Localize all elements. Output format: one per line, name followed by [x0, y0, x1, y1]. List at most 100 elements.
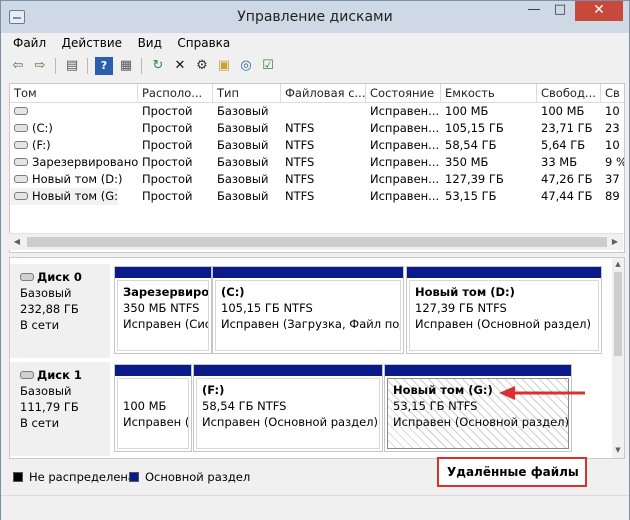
- volume-name: Зарезервировано...: [32, 155, 138, 169]
- open-folder-icon[interactable]: ▣: [215, 57, 233, 75]
- partition-system[interactable]: 100 МБ Исправен (А: [114, 364, 192, 452]
- cell-filesystem: NTFS: [285, 189, 315, 203]
- cell-free: 33 МБ: [541, 155, 578, 169]
- table-row[interactable]: (C:) Простой Базовый NTFS Исправен... 10…: [10, 120, 624, 137]
- partition-reserved[interactable]: Зарезервиров 350 МБ NTFS Исправен (Сис: [114, 266, 212, 354]
- title-bar[interactable]: Управление дисками — □ ✕: [1, 1, 629, 33]
- settings-icon[interactable]: ⚙: [193, 57, 211, 75]
- hard-disk-icon: [20, 370, 34, 379]
- cell-filesystem: NTFS: [285, 155, 315, 169]
- table-row[interactable]: (F:) Простой Базовый NTFS Исправен... 58…: [10, 137, 624, 154]
- cell-type: Базовый: [217, 138, 269, 152]
- partition-body: (C:) 105,15 ГБ NTFS Исправен (Загрузка, …: [215, 280, 401, 351]
- partition-size: 58,54 ГБ NTFS: [202, 399, 287, 413]
- scroll-thumb[interactable]: [27, 237, 607, 247]
- cell-free-percent: 10: [605, 104, 620, 118]
- drive-icon: [14, 123, 28, 132]
- cell-free: 100 МБ: [541, 104, 585, 118]
- partition-c[interactable]: (C:) 105,15 ГБ NTFS Исправен (Загрузка, …: [212, 266, 404, 354]
- close-button[interactable]: ✕: [575, 1, 623, 21]
- column-header-status[interactable]: Состояние: [366, 84, 441, 102]
- menu-file[interactable]: Файл: [7, 34, 52, 52]
- partition-size: 350 МБ NTFS: [123, 301, 200, 315]
- cell-free-percent: 9 %: [605, 155, 625, 169]
- column-header-free-percent[interactable]: Св: [601, 84, 624, 102]
- cell-status: Исправен...: [370, 189, 440, 203]
- check-icon[interactable]: ☑: [259, 57, 277, 75]
- partition-bar: [115, 365, 191, 376]
- column-header-capacity[interactable]: Емкость: [441, 84, 537, 102]
- column-header-type[interactable]: Тип: [213, 84, 281, 102]
- delete-icon[interactable]: ✕: [171, 57, 189, 75]
- partition-status: Исправен (Сис: [123, 317, 209, 331]
- cell-free: 47,44 ГБ: [541, 189, 593, 203]
- cell-type: Базовый: [217, 189, 269, 203]
- minimize-button[interactable]: —: [521, 1, 547, 21]
- cell-volume: (F:): [10, 137, 138, 154]
- horizontal-scrollbar[interactable]: ◀ ▶: [9, 233, 623, 250]
- scroll-right-icon[interactable]: ▶: [609, 236, 621, 248]
- scroll-left-icon[interactable]: ◀: [11, 236, 23, 248]
- scroll-up-icon[interactable]: ▲: [612, 258, 624, 270]
- partition-body: 100 МБ Исправен (А: [117, 378, 189, 449]
- refresh-icon[interactable]: ↻: [149, 57, 167, 75]
- back-icon[interactable]: ⇦: [9, 57, 27, 75]
- partition-status: Исправен (А: [123, 415, 189, 429]
- disk-0-info[interactable]: Диск 0 Базовый 232,88 ГБ В сети: [10, 264, 110, 358]
- cell-type: Базовый: [217, 172, 269, 186]
- disk-0-label: Диск 0: [37, 270, 82, 284]
- cell-free: 5,64 ГБ: [541, 138, 586, 152]
- cell-volume: Зарезервировано...: [10, 154, 138, 171]
- partition-bar: [194, 365, 382, 376]
- partition-body: (F:) 58,54 ГБ NTFS Исправен (Основной ра…: [196, 378, 380, 449]
- scroll-thumb[interactable]: [614, 272, 622, 356]
- table-row[interactable]: Новый том (D:) Простой Базовый NTFS Испр…: [10, 171, 624, 188]
- disk-management-window: Управление дисками — □ ✕ Файл Действие В…: [0, 0, 630, 520]
- volume-list-header: Том Располо... Тип Файловая с... Состоян…: [10, 84, 624, 103]
- table-row[interactable]: Зарезервировано... Простой Базовый NTFS …: [10, 154, 625, 171]
- partition-f[interactable]: (F:) 58,54 ГБ NTFS Исправен (Основной ра…: [193, 364, 383, 452]
- partition-g[interactable]: Новый том (G:) 53,15 ГБ NTFS Исправен (О…: [384, 364, 572, 452]
- partition-size: 105,15 ГБ NTFS: [221, 301, 313, 315]
- cell-free-percent: 10: [605, 138, 620, 152]
- partition-d[interactable]: Новый том (D:) 127,39 ГБ NTFS Исправен (…: [406, 266, 602, 354]
- disk-0-kind: Базовый: [20, 286, 72, 300]
- vertical-scrollbar[interactable]: ▲ ▼: [612, 258, 624, 458]
- partition-name: Новый том (D:): [415, 285, 515, 299]
- search-disk-icon[interactable]: ◎: [237, 57, 255, 75]
- partition-bar: [115, 267, 211, 278]
- drive-icon: [14, 106, 28, 115]
- column-header-layout[interactable]: Располо...: [138, 84, 213, 102]
- menu-view[interactable]: Вид: [132, 34, 168, 52]
- scroll-down-icon[interactable]: ▼: [612, 444, 624, 456]
- drive-icon: [14, 174, 28, 183]
- column-header-free[interactable]: Свобод...: [537, 84, 601, 102]
- maximize-button[interactable]: □: [547, 1, 573, 21]
- cell-type: Базовый: [217, 104, 269, 118]
- drive-icon: [14, 191, 28, 200]
- partition-name: (F:): [202, 383, 225, 397]
- cell-free-percent: 37: [605, 172, 620, 186]
- table-row[interactable]: Простой Базовый Исправен... 100 МБ 100 М…: [10, 103, 624, 120]
- drive-icon: [14, 157, 28, 166]
- menu-help[interactable]: Справка: [171, 34, 236, 52]
- disk-1-info[interactable]: Диск 1 Базовый 111,79 ГБ В сети: [10, 362, 110, 456]
- disk-1-size: 111,79 ГБ: [20, 400, 79, 414]
- help-icon[interactable]: ?: [95, 57, 113, 75]
- column-header-volume[interactable]: Том: [10, 84, 138, 102]
- cell-capacity: 100 МБ: [445, 104, 489, 118]
- cell-capacity: 53,15 ГБ: [445, 189, 497, 203]
- partition-size: 100 МБ: [123, 399, 167, 413]
- table-row[interactable]: Новый том (G:) Простой Базовый NTFS Испр…: [10, 188, 624, 205]
- cell-layout: Простой: [142, 138, 193, 152]
- partition-body: Зарезервиров 350 МБ NTFS Исправен (Сис: [117, 280, 209, 351]
- panel-icon[interactable]: ▤: [63, 57, 81, 75]
- column-header-filesystem[interactable]: Файловая с...: [281, 84, 366, 102]
- menu-action[interactable]: Действие: [56, 34, 128, 52]
- volume-list[interactable]: Том Располо... Тип Файловая с... Состоян…: [9, 83, 625, 253]
- volume-name: Новый том (G:): [32, 189, 118, 203]
- properties-icon[interactable]: ▦: [117, 57, 135, 75]
- forward-icon[interactable]: ⇨: [31, 57, 49, 75]
- hard-disk-icon: [20, 272, 34, 281]
- partition-status: Исправен (Основной раздел): [415, 317, 592, 331]
